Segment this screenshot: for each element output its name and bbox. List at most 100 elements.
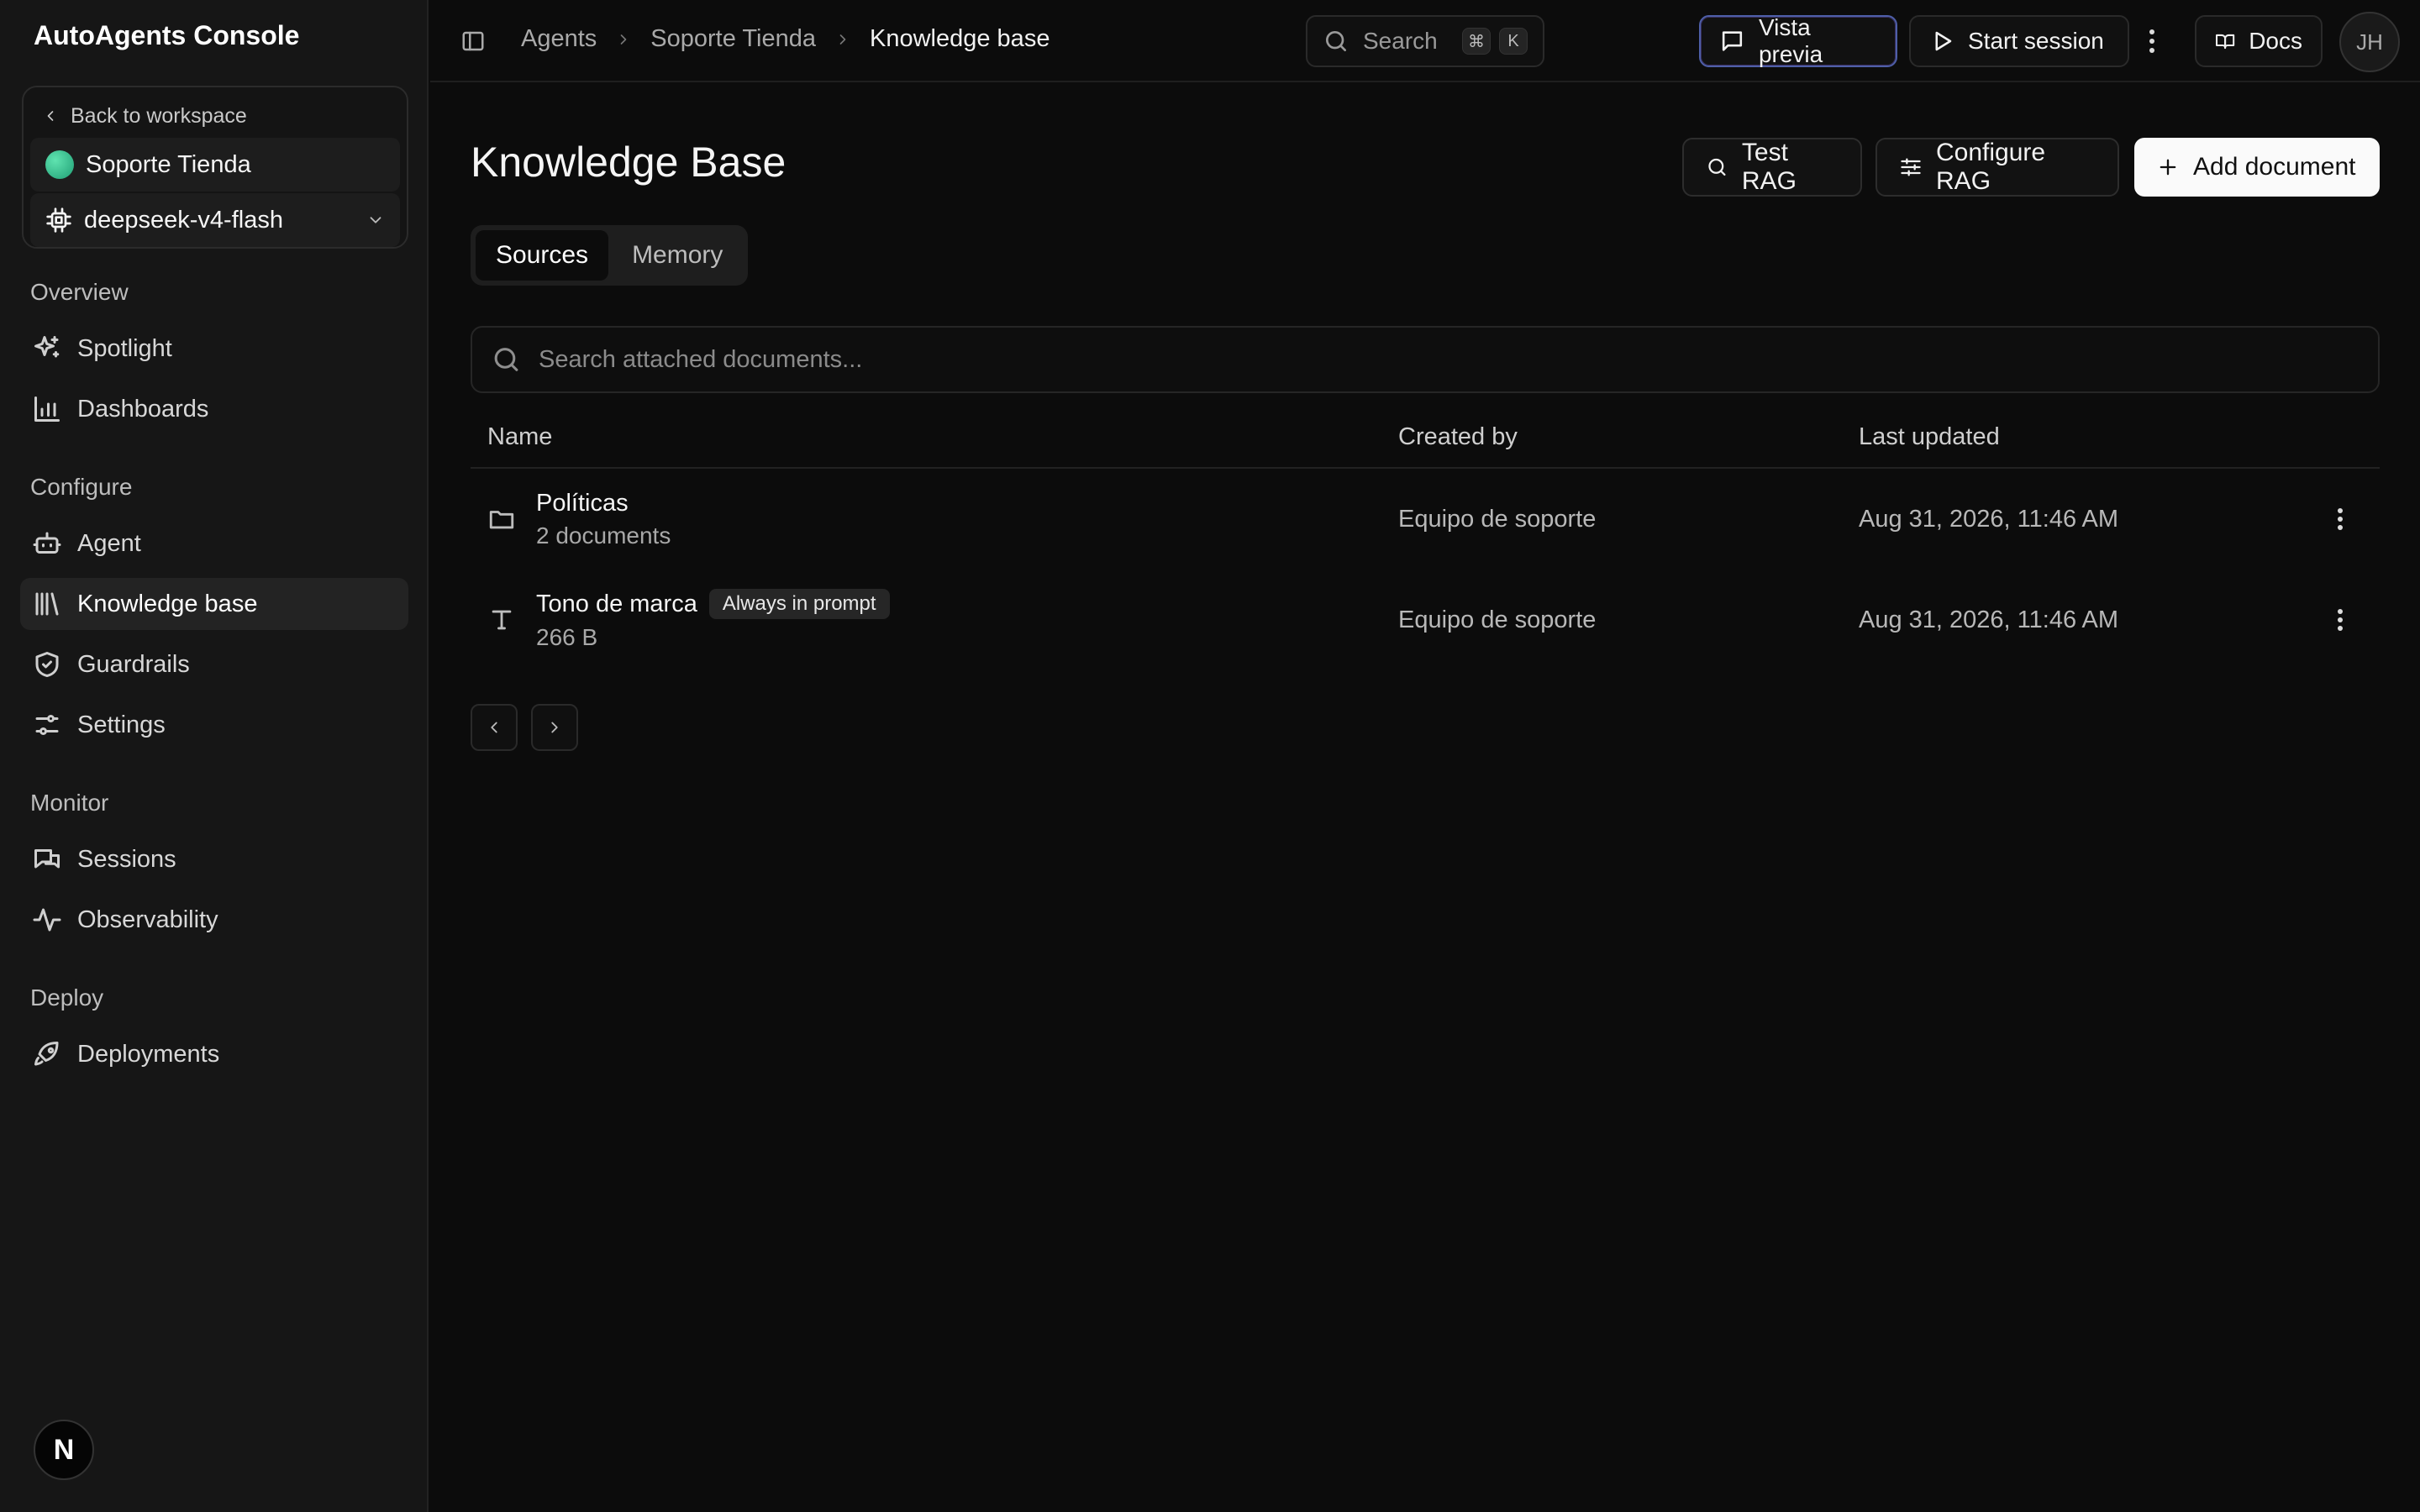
- shortcut-keys: ⌘ K: [1462, 28, 1528, 55]
- column-created-by[interactable]: Created by: [1398, 423, 1518, 451]
- toggle-sidebar-button[interactable]: [460, 29, 486, 54]
- test-rag-label: Test RAG: [1741, 139, 1797, 195]
- sidebar-item-spotlight[interactable]: Spotlight: [20, 323, 408, 375]
- chevron-left-icon: [47, 111, 54, 121]
- nav-section-overview: Overview: [30, 279, 129, 305]
- row-name-cell: Políticas 2 documents: [487, 469, 671, 570]
- row-title-text: Políticas: [536, 489, 629, 517]
- play-icon: [1935, 31, 1952, 51]
- chevron-right-icon: [839, 34, 846, 45]
- global-search-label: Search: [1363, 28, 1438, 54]
- sidebar-item-label: Knowledge base: [77, 590, 258, 617]
- column-last-updated[interactable]: Last updated: [1859, 423, 2000, 451]
- previous-page-button[interactable]: [471, 704, 518, 751]
- book-open-icon: [2216, 34, 2235, 50]
- configure-rag-label: Configure RAG: [1936, 139, 2046, 195]
- row-actions-button[interactable]: [2336, 506, 2344, 533]
- sidebar-item-agent[interactable]: Agent: [20, 517, 408, 570]
- activity-icon: [33, 908, 61, 932]
- next-page-button[interactable]: [531, 704, 578, 751]
- more-options-button[interactable]: [2148, 27, 2156, 55]
- breadcrumb-agent[interactable]: Soporte Tienda: [650, 25, 816, 53]
- sidebar-item-label: Guardrails: [77, 650, 190, 678]
- tab-sources[interactable]: Sources: [476, 230, 609, 281]
- bar-chart-icon: [34, 396, 60, 422]
- tab-memory[interactable]: Memory: [612, 230, 743, 281]
- sidebar-item-dashboards[interactable]: Dashboards: [20, 383, 408, 435]
- chevron-left-icon: [491, 722, 497, 733]
- model-selector[interactable]: deepseek-v4-flash: [30, 193, 400, 247]
- table-row[interactable]: Tono de marca Always in prompt 266 B Equ…: [471, 570, 2380, 670]
- agent-selector[interactable]: Soporte Tienda: [30, 138, 400, 192]
- sidebar-item-settings[interactable]: Settings: [20, 699, 408, 751]
- top-bar: Agents Soporte Tienda Knowledge base Sea…: [430, 0, 2420, 82]
- agent-avatar: [45, 150, 74, 179]
- row-name-lines: Políticas 2 documents: [536, 490, 671, 549]
- pagination: [471, 704, 578, 751]
- search-icon: [494, 348, 518, 371]
- sidebar-item-sessions[interactable]: Sessions: [20, 833, 408, 885]
- library-icon: [35, 592, 59, 616]
- test-rag-button[interactable]: Test RAG: [1682, 138, 1862, 197]
- nav-section-configure: Configure: [30, 474, 133, 500]
- row-name-lines: Tono de marca Always in prompt 266 B: [536, 589, 890, 651]
- start-session-button[interactable]: Start session: [1909, 15, 2129, 67]
- column-name[interactable]: Name: [487, 423, 552, 451]
- search-icon: [1326, 31, 1346, 51]
- more-vertical-icon: [2338, 508, 2343, 530]
- sidebar-item-guardrails[interactable]: Guardrails: [20, 638, 408, 690]
- row-actions-button[interactable]: [2336, 606, 2344, 633]
- sidebar: AutoAgents Console Back to workspace Sop…: [0, 0, 429, 1512]
- sidebar-item-deployments[interactable]: Deployments: [20, 1028, 408, 1080]
- row-title: Tono de marca Always in prompt: [536, 589, 890, 619]
- breadcrumb: Agents Soporte Tienda Knowledge base: [521, 25, 1050, 53]
- start-session-label: Start session: [1968, 28, 2104, 54]
- row-created-by: Equipo de soporte: [1398, 506, 1597, 533]
- sidebar-item-label: Spotlight: [77, 334, 172, 362]
- add-document-label: Add document: [2193, 153, 2356, 181]
- sparkles-icon: [34, 336, 60, 358]
- chevron-down-icon: [370, 217, 381, 223]
- workspace-card: Back to workspace Soporte Tienda deepsee…: [22, 86, 408, 249]
- table-row[interactable]: Políticas 2 documents Equipo de soporte …: [471, 469, 2380, 570]
- nav-section-deploy: Deploy: [30, 984, 104, 1011]
- breadcrumb-agents[interactable]: Agents: [521, 25, 597, 53]
- sidebar-toggle-icon: [462, 31, 484, 51]
- messages-icon: [34, 849, 60, 869]
- sidebar-item-observability[interactable]: Observability: [20, 894, 408, 946]
- preview-button[interactable]: Vista previa: [1699, 14, 1897, 67]
- docs-button[interactable]: Docs: [2195, 15, 2323, 67]
- row-created-by: Equipo de soporte: [1398, 606, 1597, 633]
- nav-section-monitor: Monitor: [30, 790, 109, 816]
- add-document-button[interactable]: Add document: [2134, 138, 2380, 197]
- row-title-text: Tono de marca: [536, 590, 697, 617]
- sliders-horizontal-icon: [1901, 158, 1921, 176]
- sidebar-item-label: Observability: [77, 906, 218, 933]
- preview-label: Vista previa: [1758, 14, 1823, 67]
- sidebar-item-label: Dashboards: [77, 395, 209, 423]
- sidebar-item-label: Sessions: [77, 845, 176, 873]
- back-to-workspace-link[interactable]: Back to workspace: [42, 99, 247, 133]
- global-search[interactable]: Search ⌘ K: [1306, 15, 1544, 67]
- text-icon: [492, 610, 512, 630]
- back-to-workspace-label: Back to workspace: [71, 103, 247, 128]
- row-last-updated: Aug 31, 2026, 11:46 AM: [1859, 506, 2119, 533]
- sidebar-item-label: Settings: [77, 711, 166, 738]
- bot-icon: [33, 532, 61, 554]
- sidebar-item-knowledge-base[interactable]: Knowledge base: [20, 578, 408, 630]
- row-subtitle: 2 documents: [536, 522, 671, 549]
- document-search-input[interactable]: [539, 345, 2360, 374]
- row-last-updated: Aug 31, 2026, 11:46 AM: [1859, 606, 2119, 633]
- kbd-k: K: [1499, 28, 1528, 55]
- next-dev-badge[interactable]: N: [34, 1420, 94, 1480]
- always-in-prompt-badge: Always in prompt: [708, 589, 890, 619]
- user-avatar[interactable]: JH: [2339, 12, 2400, 72]
- configure-rag-button[interactable]: Configure RAG: [1876, 138, 2119, 197]
- documents-table: Name Created by Last updated Políticas 2…: [471, 410, 2380, 670]
- plus-icon: [2160, 159, 2176, 176]
- shield-icon: [35, 652, 59, 677]
- search-icon: [1708, 158, 1726, 176]
- model-name: deepseek-v4-flash: [84, 206, 283, 234]
- rocket-icon: [34, 1042, 59, 1066]
- app-title: AutoAgents Console: [34, 20, 300, 50]
